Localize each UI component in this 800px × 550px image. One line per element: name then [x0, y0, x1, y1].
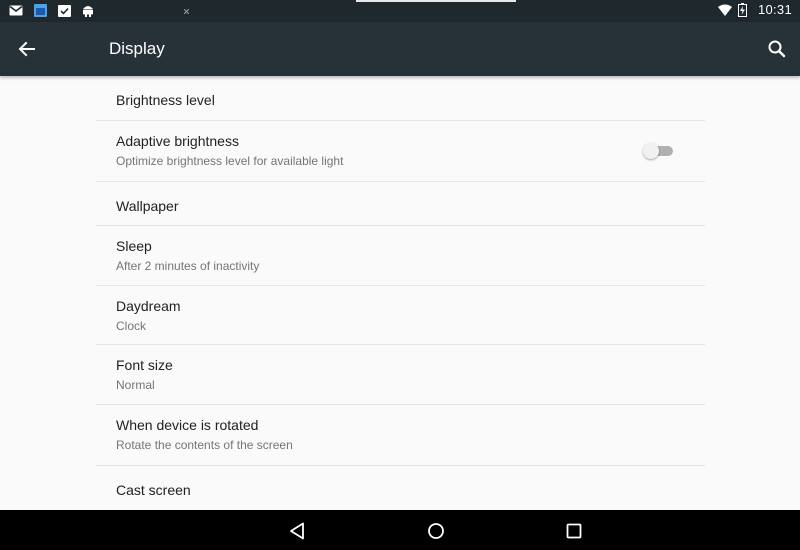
calendar-icon — [33, 3, 47, 17]
toggle-thumb — [643, 143, 659, 159]
setting-title: Font size — [116, 357, 173, 373]
setting-subtitle: Normal — [116, 378, 155, 392]
settings-list: Brightness level Adaptive brightness Opt… — [96, 76, 705, 510]
recents-square-icon[interactable] — [563, 520, 585, 542]
clock: 10:31 — [757, 2, 792, 17]
setting-title: When device is rotated — [116, 417, 259, 433]
search-icon[interactable] — [766, 38, 788, 60]
adaptive-brightness-item[interactable]: Adaptive brightness Optimize brightness … — [96, 121, 705, 182]
app-bar: Display — [0, 22, 800, 76]
sleep-item[interactable]: Sleep After 2 minutes of inactivity — [96, 226, 705, 286]
daydream-item[interactable]: Daydream Clock — [96, 286, 705, 345]
notification-icons — [9, 3, 95, 17]
setting-title: Wallpaper — [116, 198, 179, 214]
setting-subtitle: After 2 minutes of inactivity — [116, 259, 260, 273]
battery-charging-icon — [736, 2, 750, 17]
android-icon — [81, 3, 95, 17]
notification-strip — [356, 0, 516, 2]
setting-subtitle: Optimize brightness level for available … — [116, 154, 344, 168]
wifi-icon — [717, 3, 732, 17]
back-triangle-icon[interactable] — [287, 520, 309, 542]
page-title: Display — [109, 39, 165, 58]
brightness-level-item[interactable]: Brightness level — [96, 76, 705, 121]
arrow-back-icon[interactable] — [14, 37, 40, 61]
status-indicators: 10:31 — [717, 2, 792, 17]
setting-subtitle: Clock — [116, 319, 147, 333]
setting-title: Sleep — [116, 238, 152, 254]
setting-subtitle: Rotate the contents of the screen — [116, 438, 293, 452]
wallpaper-item[interactable]: Wallpaper — [96, 182, 705, 226]
cast-screen-item[interactable]: Cast screen — [96, 466, 705, 510]
device-rotation-item[interactable]: When device is rotated Rotate the conten… — [96, 405, 705, 466]
setting-title: Daydream — [116, 298, 181, 314]
gmail-icon — [9, 3, 23, 17]
home-circle-icon[interactable] — [425, 520, 447, 542]
setting-title: Adaptive brightness — [116, 133, 239, 149]
task-check-icon — [57, 3, 71, 17]
font-size-item[interactable]: Font size Normal — [96, 345, 705, 405]
adaptive-brightness-toggle[interactable] — [643, 143, 677, 159]
setting-title: Cast screen — [116, 482, 191, 498]
navigation-bar — [0, 510, 800, 550]
notification-dot-icon — [184, 9, 189, 14]
setting-title: Brightness level — [116, 92, 215, 108]
status-bar: 10:31 — [0, 0, 800, 22]
